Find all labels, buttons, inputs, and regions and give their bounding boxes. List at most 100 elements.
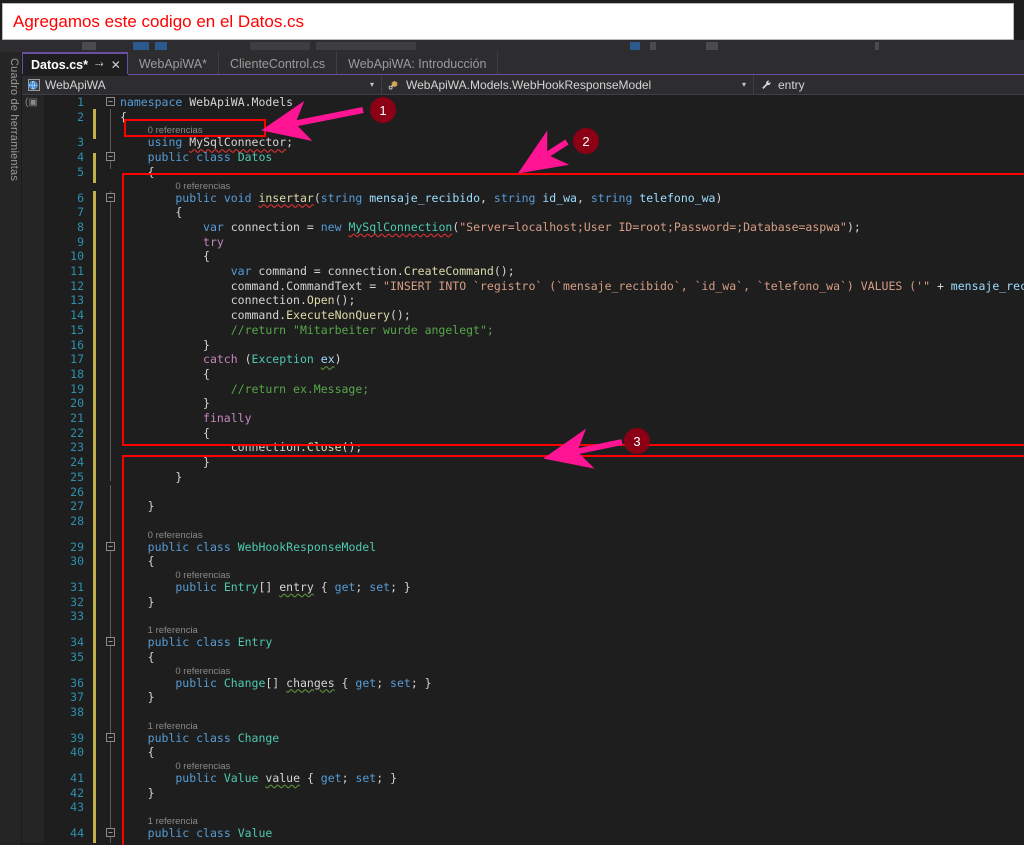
line-number: 16	[70, 337, 84, 352]
code-line[interactable]: 32}	[22, 595, 1024, 610]
code-line[interactable]: 8 var connection = new MySqlConnection("S…	[22, 220, 1024, 235]
code-editor-surface[interactable]: (▣ 1− namespace WebApiWA.Models 2{0 refere…	[22, 95, 1024, 843]
code-line[interactable]: 34 − public class Entry	[22, 635, 1024, 650]
code-line[interactable]: 43	[22, 800, 1024, 815]
code-line[interactable]: 6 − public void insertar(string mensaje_re…	[22, 191, 1024, 206]
code-line[interactable]: 19 //return ex.Message;	[22, 382, 1024, 397]
code-line[interactable]: 39 − public class Change	[22, 731, 1024, 746]
code-line[interactable]: 26	[22, 485, 1024, 500]
code-line[interactable]: 33	[22, 609, 1024, 624]
code-line[interactable]: 4 − public class Datos	[22, 150, 1024, 165]
code-line-text: public Value value { get; set; }	[175, 771, 397, 785]
code-line[interactable]: 40 {	[22, 745, 1024, 760]
close-icon[interactable]: ✕	[111, 58, 121, 72]
collapse-toggle-icon[interactable]: −	[106, 828, 115, 838]
line-number: 43	[70, 800, 84, 815]
toolbox-panel-tab[interactable]: Cuadro de herramientas	[0, 52, 22, 845]
toolbar-chip[interactable]	[316, 42, 416, 50]
code-line[interactable]: 15 //return "Mitarbeiter wurde angelegt";	[22, 323, 1024, 338]
toolbar-chip[interactable]	[250, 42, 310, 50]
nav-type-label: WebApiWA.Models.WebHookResponseModel	[406, 77, 652, 92]
code-line[interactable]: 9 try	[22, 235, 1024, 250]
code-line[interactable]: 30 {	[22, 554, 1024, 569]
code-line[interactable]: 2{	[22, 110, 1024, 125]
nav-type-dropdown[interactable]: WebApiWA.Models.WebHookResponseModel ▾	[382, 75, 754, 94]
collapse-toggle-icon[interactable]: −	[106, 97, 115, 106]
pin-tab-icon[interactable]: ⤑	[95, 58, 104, 71]
code-line[interactable]: 3 using MySqlConnector;	[22, 135, 1024, 150]
line-number: 7	[77, 205, 84, 220]
line-number: 1	[77, 95, 84, 109]
code-line[interactable]: 23 connection.Close();	[22, 440, 1024, 455]
code-line[interactable]: 35 {	[22, 650, 1024, 665]
code-line[interactable]: 13 connection.Open();	[22, 293, 1024, 308]
code-line[interactable]: 44 − public class Value	[22, 826, 1024, 841]
code-line[interactable]: 7{	[22, 205, 1024, 220]
code-line[interactable]: 1 − namespace WebApiWA.Models	[22, 95, 1024, 110]
code-line-text: command.CommandText = "INSERT INTO `regi…	[230, 278, 1024, 293]
code-line[interactable]: 45 {	[22, 841, 1024, 843]
toolbar-chip[interactable]	[650, 42, 656, 50]
code-line[interactable]: 27}	[22, 499, 1024, 514]
code-line[interactable]: 22 {	[22, 426, 1024, 441]
editor-tab-3[interactable]: WebApiWA: Introducción	[337, 52, 499, 75]
code-line[interactable]: 16}	[22, 338, 1024, 353]
code-line[interactable]: 18 {	[22, 367, 1024, 382]
line-number: 15	[70, 322, 84, 337]
nav-project-dropdown[interactable]: WebApiWA ▾	[22, 75, 382, 94]
toolbar-chip[interactable]	[133, 42, 149, 50]
line-number: 31	[70, 580, 84, 594]
line-number: 19	[70, 381, 84, 396]
code-line[interactable]: 10 {	[22, 249, 1024, 264]
line-number: 24	[70, 455, 84, 470]
collapse-toggle-icon[interactable]: −	[106, 541, 115, 551]
code-line-text: {	[147, 745, 155, 760]
line-number: 26	[70, 484, 84, 499]
code-line-text: }	[147, 499, 155, 514]
line-number: 28	[70, 513, 84, 528]
toolbar-chip[interactable]	[155, 42, 167, 50]
line-number: 37	[70, 690, 84, 705]
code-line[interactable]: 25}	[22, 470, 1024, 485]
code-line[interactable]: 42}	[22, 786, 1024, 801]
code-line[interactable]: 17 catch (Exception ex)	[22, 352, 1024, 367]
line-number: 27	[70, 499, 84, 514]
line-number: 39	[70, 730, 84, 745]
code-line-text: var command = connection.CreateCommand()…	[230, 264, 515, 278]
editor-tab-0[interactable]: Datos.cs* ⤑ ✕	[22, 52, 128, 76]
nav-member-dropdown[interactable]: entry	[754, 75, 1024, 94]
editor-tab-2[interactable]: ClienteControl.cs	[218, 52, 338, 75]
code-line[interactable]: 38	[22, 705, 1024, 720]
chevron-down-icon[interactable]: ▾	[370, 80, 374, 89]
toolbar-chip[interactable]	[706, 42, 718, 50]
code-line[interactable]: 21 finally	[22, 411, 1024, 426]
chevron-down-icon[interactable]: ▾	[742, 80, 746, 89]
code-line-text: {	[147, 649, 155, 664]
code-line[interactable]: 14 command.ExecuteNonQuery();	[22, 308, 1024, 323]
code-line[interactable]: 31 public Entry[] entry { get; set; }	[22, 580, 1024, 595]
tab-bar-filler	[498, 52, 1024, 75]
collapse-toggle-icon[interactable]: −	[106, 192, 115, 202]
code-line[interactable]: 36 public Change[] changes { get; set; }	[22, 676, 1024, 691]
line-number: 14	[70, 308, 84, 323]
code-line-text: public class Value	[147, 826, 273, 841]
editor-tab-1[interactable]: WebApiWA*	[127, 52, 219, 75]
code-line[interactable]: 41 public Value value { get; set; }	[22, 771, 1024, 786]
code-line-text: try	[203, 234, 224, 249]
code-line-text: }	[147, 690, 155, 705]
code-line[interactable]: 28	[22, 514, 1024, 529]
collapse-toggle-icon[interactable]: −	[106, 637, 115, 647]
code-line[interactable]: 37}	[22, 690, 1024, 705]
collapse-toggle-icon[interactable]: −	[106, 732, 115, 742]
collapse-toggle-icon[interactable]: −	[106, 152, 115, 162]
code-line[interactable]: 5{	[22, 165, 1024, 180]
annotation-banner: Agregamos este codigo en el Datos.cs	[2, 3, 1014, 40]
code-line[interactable]: 29 − public class WebHookResponseModel	[22, 540, 1024, 555]
code-line[interactable]: 24}	[22, 455, 1024, 470]
toolbar-chip[interactable]	[875, 42, 879, 50]
code-line[interactable]: 11 var command = connection.CreateCommand…	[22, 264, 1024, 279]
toolbar-chip[interactable]	[82, 42, 96, 50]
code-line[interactable]: 20}	[22, 396, 1024, 411]
code-line[interactable]: 12 command.CommandText = "INSERT INTO `re…	[22, 279, 1024, 294]
toolbar-chip[interactable]	[630, 42, 640, 50]
